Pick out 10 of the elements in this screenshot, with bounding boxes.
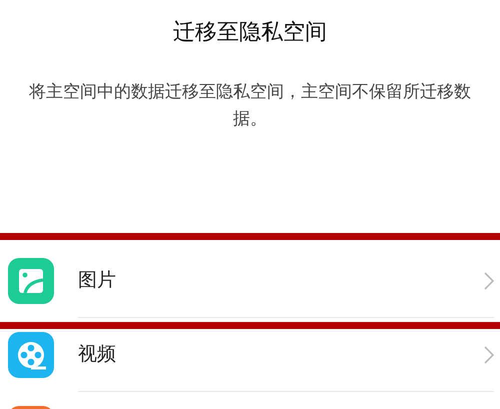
image-icon [8,258,54,304]
chevron-right-icon [484,346,494,364]
chevron-right-icon [484,272,494,290]
list-item[interactable]: 图片 [0,244,500,318]
film-reel-icon [8,332,54,378]
item-label: 视频 [78,342,117,368]
item-label: 图片 [78,268,117,294]
description: 将主空间中的数据迁移至隐私空间，主空间不保留所迁移数据。 [28,81,472,131]
page-title: 迁移至隐私空间 [172,19,328,47]
list-item[interactable]: 视频 [0,318,500,392]
